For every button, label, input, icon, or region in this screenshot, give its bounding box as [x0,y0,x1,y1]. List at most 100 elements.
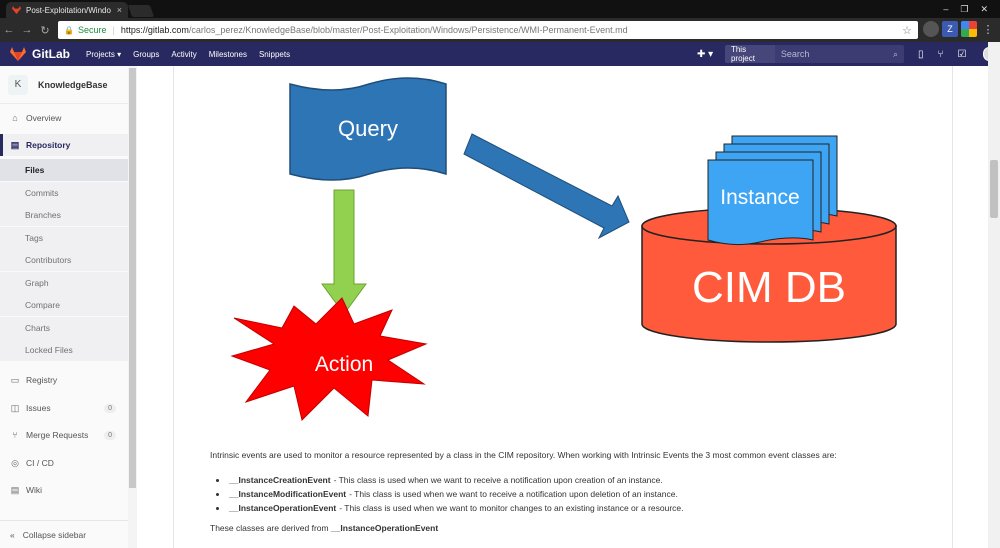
sidebar-item-cicd[interactable]: ◎ CI / CD [0,452,128,474]
derived-class: __InstanceOperationEvent [330,523,439,533]
sidebar-item-label: Issues [26,403,51,413]
restore-button[interactable]: ❐ [960,4,968,15]
search-input[interactable]: Search ⌕ [774,45,905,63]
gitlab-favicon-icon [12,6,21,14]
container-icon: ▭ [10,374,20,385]
close-window-button[interactable]: ✕ [980,4,988,15]
search-scope[interactable]: This project [724,45,775,63]
gitlab-logo[interactable]: GitLab [10,47,80,61]
action-label: Action [315,353,373,376]
sidebar-item-branches[interactable]: Branches [0,204,128,226]
lock-icon: 🔒 [64,25,74,35]
gitlab-header: GitLab Projects ▾ Groups Activity Milest… [0,42,996,66]
tab-title: Post-Exploitation/Windo [26,5,111,15]
page-scrollbar-thumb[interactable] [990,160,998,218]
todo-check-icon[interactable]: ☑ [958,49,967,60]
derived-paragraph: These classes are derived from __Instanc… [210,523,438,533]
sidebar-item-tags[interactable]: Tags [0,227,128,249]
window-controls: – ❐ ✕ [943,1,996,17]
home-icon: ⌂ [12,113,18,123]
project-avatar: K [8,74,28,95]
sidebar-item-charts[interactable]: Charts [0,317,128,339]
sidebar-item-issues[interactable]: ◫ Issues 0 [0,397,128,419]
action-starburst: Action [230,297,428,421]
derived-prefix: These classes are derived from [210,523,329,533]
address-bar[interactable]: 🔒 Secure | https://gitlab.com /carlos_pe… [58,21,918,39]
instance-label: Instance [720,186,799,209]
back-arrow-icon[interactable]: ← [0,24,18,36]
sidebar-scrollbar-thumb[interactable] [129,68,136,488]
sidebar-item-contributors[interactable]: Contributors [0,249,128,271]
event-class-name: __InstanceCreationEvent [229,475,331,485]
event-class-list: __InstanceCreationEvent - This class is … [212,473,932,515]
sidebar-scrollbar[interactable] [128,66,137,548]
new-dropdown-button[interactable]: ✚ ▾ [697,49,719,60]
sidebar-item-files[interactable]: Files [0,159,128,181]
secure-label: Secure [77,25,107,35]
issues-count-badge: 0 [104,403,116,413]
list-item: __InstanceCreationEvent - This class is … [212,473,932,487]
sidebar-item-label: Wiki [26,485,43,495]
sidebar-item-registry[interactable]: ▭ Registry [0,369,128,391]
green-arrow [321,189,367,315]
list-item: __InstanceOperationEvent - This class is… [212,501,932,515]
wiki-book-icon: ▤ [10,484,20,495]
url-host: https://gitlab.com [120,25,189,35]
header-icons: ▯ ⑂ ☑ [918,49,966,60]
project-header[interactable]: K KnowledgeBase [0,66,136,104]
sidebar-item-label: CI / CD [26,458,54,468]
bullet-dot [216,506,219,510]
project-name: KnowledgeBase [38,79,108,90]
browser-toolbar: ← → ↻ 🔒 Secure | https://gitlab.com /car… [0,18,1000,42]
chrome-extension-icon[interactable] [961,21,977,37]
nav-activity[interactable]: Activity [171,50,196,59]
merge-request-icon: ⑂ [12,430,18,440]
new-tab-button[interactable] [127,5,155,17]
separator: | [112,25,115,35]
sidebar-item-wiki[interactable]: ▤ Wiki [0,479,128,501]
nav-groups[interactable]: Groups [133,50,159,59]
minimize-button[interactable]: – [943,4,948,14]
reload-icon[interactable]: ↻ [36,24,54,37]
sidebar-item-merge-requests[interactable]: ⑂ Merge Requests 0 [0,424,128,446]
instance-documents: Instance [707,135,838,246]
browser-tab[interactable]: Post-Exploitation/Windo × [6,2,128,18]
menu-kebab-icon[interactable]: ⋮ [980,21,996,37]
sidebar-item-graph[interactable]: Graph [0,272,128,294]
sidebar-item-commits[interactable]: Commits [0,182,128,204]
nav-milestones[interactable]: Milestones [209,50,247,59]
info-extension-icon[interactable] [923,21,939,37]
z-extension-icon[interactable]: Z [942,21,958,37]
sidebar-item-repository[interactable]: ▤ Repository [0,134,128,156]
blue-arrow [463,133,630,240]
book-icon: ▤ [10,139,20,150]
sidebar-toggle-icon[interactable]: ▯ [918,49,924,60]
nav-projects[interactable]: Projects ▾ [86,50,121,59]
collapse-sidebar-label: Collapse sidebar [22,529,87,540]
forward-arrow-icon[interactable]: → [18,24,36,36]
event-class-desc: - This class is used when we want to rec… [333,475,663,485]
sidebar-item-label: Overview [26,113,62,123]
wmi-event-diagram: Query CIM DB Instance Action [230,77,897,421]
gitlab-fox-icon [10,47,26,61]
bullet-dot [216,492,219,496]
sidebar-item-label: Merge Requests [26,430,89,440]
sidebar-item-locked-files[interactable]: Locked Files [0,339,128,361]
header-right: ✚ ▾ This project Search ⌕ ▯ ⑂ ☑ [697,42,996,66]
bookmark-star-icon[interactable]: ☆ [902,24,912,37]
merge-request-icon[interactable]: ⑂ [938,49,944,60]
page-scrollbar[interactable] [988,42,1000,548]
query-shape: Query [289,77,447,181]
mr-count-badge: 0 [104,430,116,440]
sidebar-item-compare[interactable]: Compare [0,294,128,316]
query-label: Query [338,116,398,141]
list-item: __InstanceModificationEvent - This class… [212,487,932,501]
top-nav: Projects ▾ Groups Activity Milestones Sn… [86,50,290,59]
collapse-sidebar-button[interactable]: « Collapse sidebar [0,520,128,548]
file-content: Query CIM DB Instance Action Intrinsic e… [173,66,953,548]
url-path: /carlos_perez/KnowledgeBase/blob/master/… [188,25,628,35]
sidebar-item-overview[interactable]: ⌂ Overview [0,107,128,129]
nav-snippets[interactable]: Snippets [259,50,290,59]
intro-paragraph: Intrinsic events are used to monitor a r… [210,450,837,460]
tab-close-icon[interactable]: × [117,5,122,15]
